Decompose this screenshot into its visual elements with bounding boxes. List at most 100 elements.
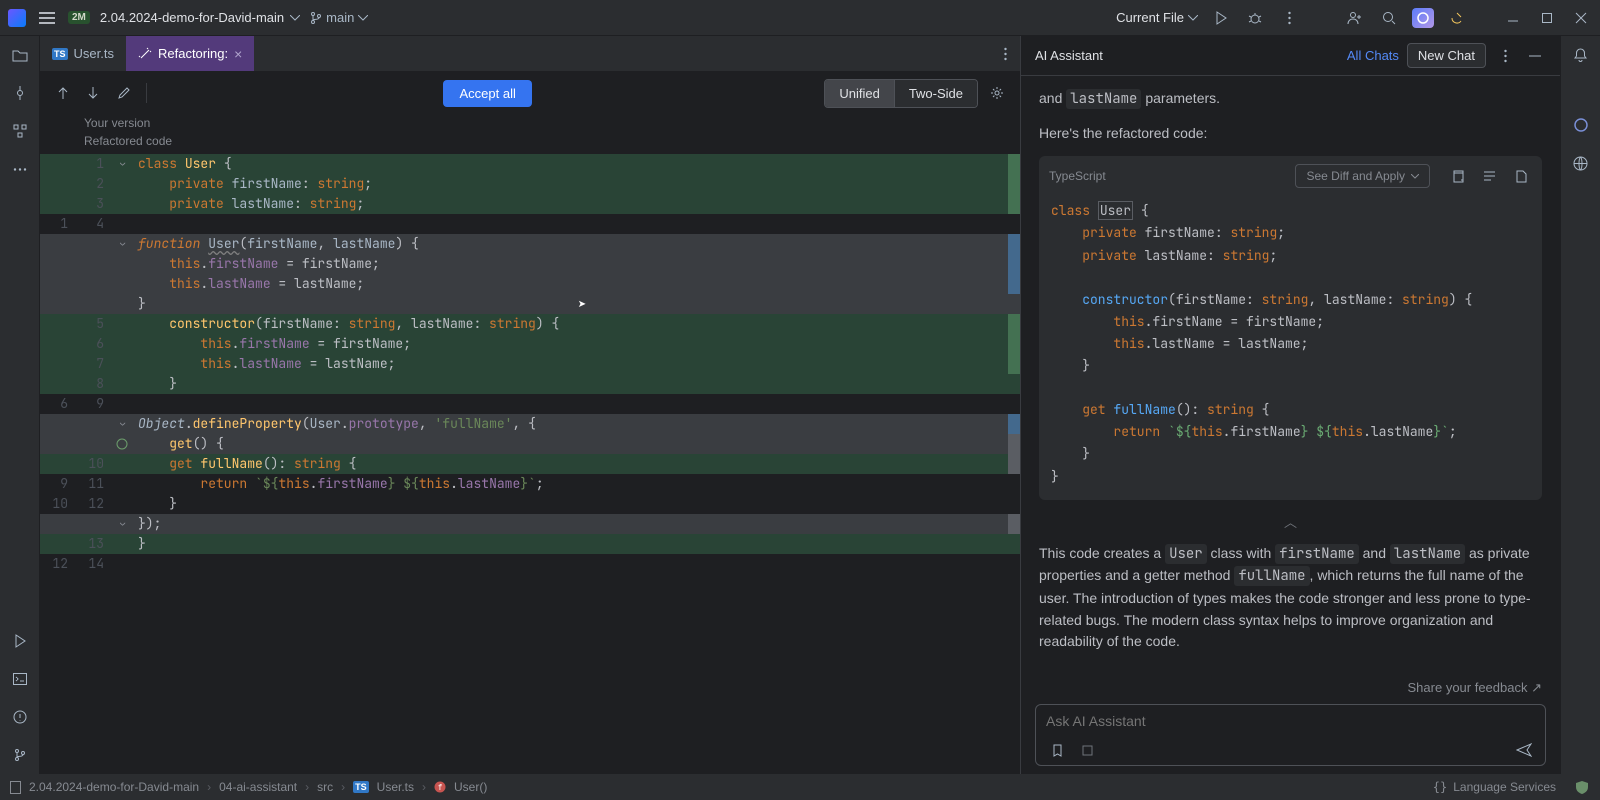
ai-assistant-button[interactable] (1412, 8, 1434, 28)
ai-hide-button[interactable] (1524, 45, 1546, 67)
dots-vertical-icon (1004, 47, 1007, 61)
breadcrumb-dir[interactable]: 04-ai-assistant (219, 780, 297, 794)
ai-assistant-panel: AI Assistant All Chats New Chat and last… (1020, 36, 1560, 774)
new-chat-button[interactable]: New Chat (1407, 43, 1486, 68)
breadcrumb-src[interactable]: src (317, 780, 333, 794)
vcs-tool[interactable] (9, 744, 31, 766)
run-config-selector[interactable]: Current File (1116, 10, 1198, 25)
ai-message: Here's the refactored code: (1039, 123, 1542, 145)
run-button[interactable] (1210, 7, 1232, 29)
search-button[interactable] (1378, 7, 1400, 29)
file-icon (1516, 170, 1527, 183)
diff-editor[interactable]: ➤ 1›class User { 2 private firstName: st… (40, 154, 1020, 774)
send-prompt-button[interactable] (1513, 739, 1535, 761)
ai-icon (1416, 11, 1430, 25)
attach-file-button[interactable] (1046, 739, 1068, 761)
line-num: 6 (76, 334, 112, 354)
structure-tool[interactable] (9, 120, 31, 142)
close-icon (1575, 12, 1587, 24)
globe-icon (1573, 156, 1588, 171)
tab-refactoring[interactable]: Refactoring: × (126, 36, 254, 71)
prev-diff-button[interactable] (52, 82, 74, 104)
feedback-label: Share your feedback (1408, 680, 1528, 695)
unified-button[interactable]: Unified (825, 80, 893, 107)
arrow-rotate-icon (1450, 11, 1464, 25)
copy-code-button[interactable] (1446, 165, 1468, 187)
line-num: 5 (76, 314, 112, 334)
tab-user-ts[interactable]: TS User.ts (40, 36, 126, 71)
tabs-overflow[interactable] (990, 36, 1020, 71)
your-version-label: Your version (84, 114, 1008, 132)
two-side-button[interactable]: Two-Side (894, 80, 977, 107)
accept-all-button[interactable]: Accept all (443, 80, 531, 107)
line-num: 4 (76, 214, 112, 234)
ai-code-block: TypeScript See Diff and Apply class User… (1039, 156, 1542, 499)
problems-tool[interactable] (9, 706, 31, 728)
line-num: 1 (76, 154, 112, 174)
edit-button[interactable] (112, 82, 134, 104)
line-num: 8 (76, 374, 112, 394)
copy-icon (1451, 170, 1464, 183)
collapse-code-button[interactable]: ︿ (1039, 512, 1542, 531)
main-menu-icon[interactable] (36, 7, 58, 29)
diff-settings-button[interactable] (986, 82, 1008, 104)
debug-button[interactable] (1244, 7, 1266, 29)
ai-prompt-input[interactable] (1046, 713, 1535, 729)
line-num: 11 (76, 474, 112, 494)
line-num: 9 (76, 394, 112, 414)
shield-icon (1574, 780, 1590, 794)
attach-context-button[interactable] (1076, 739, 1098, 761)
all-chats-link[interactable]: All Chats (1347, 48, 1399, 63)
editor-tabs: TS User.ts Refactoring: × (40, 36, 1020, 72)
dots-horizontal-icon (13, 168, 27, 171)
breadcrumb-file[interactable]: User.ts (377, 780, 414, 794)
web-button[interactable] (1570, 152, 1592, 174)
terminal-icon (13, 673, 27, 685)
see-diff-apply-button[interactable]: See Diff and Apply (1295, 164, 1430, 188)
status-bar: 2.04.2024-demo-for-David-main › 04-ai-as… (0, 774, 1600, 800)
more-run-icon[interactable] (1278, 7, 1300, 29)
clip-icon (1081, 744, 1094, 757)
project-badge: 2M (68, 11, 90, 24)
minimize-button[interactable] (1502, 7, 1524, 29)
minimize-icon (1507, 12, 1519, 24)
ai-side-button[interactable] (1570, 114, 1592, 136)
breadcrumb-symbol[interactable]: User() (454, 780, 487, 794)
app-logo-icon[interactable] (8, 9, 26, 27)
commit-tool[interactable] (9, 82, 31, 104)
lang-svc-label: Language Services (1453, 780, 1556, 794)
insert-code-button[interactable] (1478, 165, 1500, 187)
updates-button[interactable] (1446, 7, 1468, 29)
play-outline-icon (14, 634, 26, 648)
ai-message-fragment: and lastName parameters. (1039, 88, 1542, 111)
line-num: 10 (40, 494, 76, 514)
ai-more-button[interactable] (1494, 45, 1516, 67)
breadcrumb-project[interactable]: 2.04.2024-demo-for-David-main (29, 780, 199, 794)
maximize-button[interactable] (1536, 7, 1558, 29)
language-services[interactable]: {} Language Services (1433, 780, 1556, 794)
cwm-button[interactable] (1344, 7, 1366, 29)
line-num: 1 (40, 214, 76, 234)
more-tool[interactable] (9, 158, 31, 180)
terminal-tool[interactable] (9, 668, 31, 690)
new-file-button[interactable] (1510, 165, 1532, 187)
run-tool[interactable] (9, 630, 31, 652)
minimize-icon (1529, 55, 1541, 57)
notifications-button[interactable] (1570, 44, 1592, 66)
project-tool[interactable] (9, 44, 31, 66)
line-num: 13 (76, 534, 112, 554)
folder-icon (12, 48, 28, 62)
chevron-down-icon (358, 15, 368, 21)
close-window-button[interactable] (1570, 7, 1592, 29)
left-tool-rail (0, 36, 40, 774)
bookmark-icon (1051, 744, 1064, 757)
next-diff-button[interactable] (82, 82, 104, 104)
project-selector[interactable]: 2.04.2024-demo-for-David-main (100, 10, 300, 25)
diff-labels: Your version Refactored code (40, 114, 1020, 154)
insert-icon (1483, 171, 1496, 182)
ai-code-content[interactable]: class User { private firstName: string; … (1039, 196, 1542, 499)
tab-close-icon[interactable]: × (234, 46, 242, 62)
topbar: 2M 2.04.2024-demo-for-David-main main Cu… (0, 0, 1600, 36)
branch-selector[interactable]: main (310, 10, 368, 25)
share-feedback-link[interactable]: Share your feedback ↗ (1021, 676, 1560, 704)
